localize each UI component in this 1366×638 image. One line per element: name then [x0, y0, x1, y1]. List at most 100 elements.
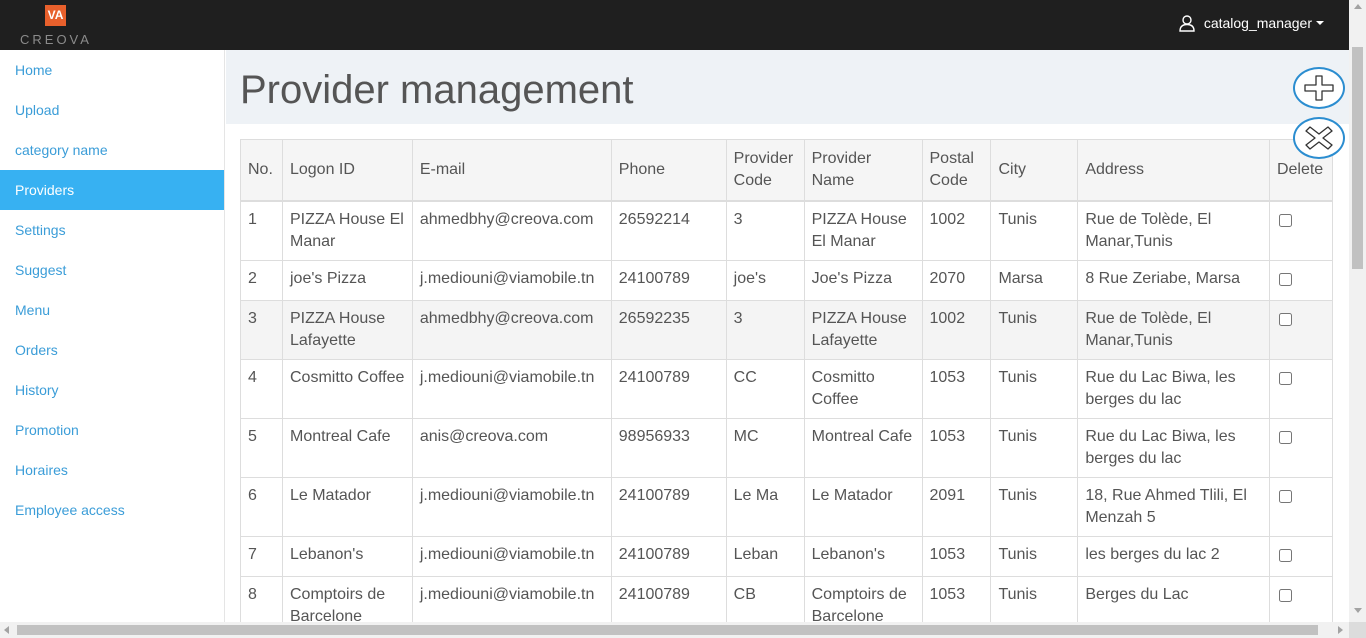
table-cell: Tunis [990, 417, 1079, 478]
vertical-scroll-thumb[interactable] [1352, 47, 1363, 269]
table-cell: PIZZA House El Manar [803, 200, 923, 261]
table-cell: Comptoirs de Barcelone [803, 575, 923, 622]
sidebar-item-menu[interactable]: Menu [0, 290, 224, 330]
close-button[interactable] [1293, 117, 1345, 159]
table-cell: 98956933 [610, 417, 727, 478]
delete-checkbox[interactable] [1278, 312, 1292, 326]
vertical-scrollbar[interactable] [1349, 0, 1366, 622]
table-cell: 4 [240, 358, 283, 419]
logo-text: CREOVA [20, 32, 92, 47]
table-cell: 2091 [921, 476, 992, 537]
delete-checkbox[interactable] [1278, 588, 1292, 602]
delete-checkbox[interactable] [1278, 272, 1292, 286]
table-cell: 24100789 [610, 259, 727, 301]
user-menu-dropdown[interactable]: catalog_manager [1178, 14, 1324, 32]
delete-checkbox[interactable] [1278, 430, 1292, 444]
scrollbar-corner [1349, 622, 1366, 638]
sidebar-item-suggest[interactable]: Suggest [0, 250, 224, 290]
table-cell: 18, Rue Ahmed Tlili, El Menzah 5 [1077, 476, 1270, 537]
table-body: 1 PIZZA House El Manar ahmedbhy@creova.com… [240, 200, 1334, 622]
table-row[interactable]: 4 Cosmitto Coffee j.mediouni@viamobile.tn 2… [240, 358, 1334, 419]
delete-cell [1268, 575, 1334, 622]
table-row[interactable]: 3 PIZZA House Lafayette ahmedbhy@creova.co… [240, 299, 1334, 360]
scroll-up-arrow-icon[interactable] [1354, 4, 1362, 9]
scroll-left-arrow-icon[interactable] [4, 626, 9, 634]
table-row[interactable]: 1 PIZZA House El Manar ahmedbhy@creova.com… [240, 200, 1334, 261]
table-cell: anis@creova.com [411, 417, 612, 478]
table-cell: Tunis [990, 575, 1079, 622]
close-icon [1305, 126, 1333, 150]
table-cell: Tunis [990, 476, 1079, 537]
sidebar-item-upload[interactable]: Upload [0, 90, 224, 130]
table-cell: Tunis [990, 200, 1079, 261]
table-cell: CB [725, 575, 805, 622]
table-cell: 3 [725, 200, 805, 261]
table-cell: 1053 [921, 575, 992, 622]
table-cell: CC [725, 358, 805, 419]
sidebar-item-promotion[interactable]: Promotion [0, 410, 224, 450]
horizontal-scrollbar[interactable] [0, 622, 1349, 638]
table-cell: 24100789 [610, 358, 727, 419]
table-cell: j.mediouni@viamobile.tn [411, 535, 612, 577]
delete-checkbox[interactable] [1278, 489, 1292, 503]
table-cell: joe's [725, 259, 805, 301]
table-cell: PIZZA House Lafayette [281, 299, 413, 360]
table-cell: 8 Rue Zeriabe, Marsa [1077, 259, 1270, 301]
delete-cell [1268, 200, 1334, 261]
table-cell: 1002 [921, 200, 992, 261]
sidebar-item-settings[interactable]: Settings [0, 210, 224, 250]
delete-cell [1268, 259, 1334, 301]
scroll-down-arrow-icon[interactable] [1354, 608, 1362, 613]
creova-logo[interactable]: VA CREOVA [20, 4, 94, 48]
table-cell: Le Matador [803, 476, 923, 537]
page-header: Provider management [226, 50, 1349, 124]
table-cell: 1 [240, 200, 283, 261]
delete-cell [1268, 417, 1334, 478]
column-header-phone: Phone [610, 139, 727, 202]
table-cell: Cosmitto Coffee [803, 358, 923, 419]
sidebar-item-home[interactable]: Home [0, 50, 224, 90]
table-row[interactable]: 2 joe's Pizza j.mediouni@viamobile.tn 24100… [240, 259, 1334, 301]
table-cell: Montreal Cafe [803, 417, 923, 478]
delete-checkbox[interactable] [1278, 548, 1292, 562]
table-row[interactable]: 5 Montreal Cafe anis@creova.com 98956933 MC M… [240, 417, 1334, 478]
table-cell: 1053 [921, 535, 992, 577]
table-cell: Comptoirs de Barcelone [281, 575, 413, 622]
sidebar-item-category-name[interactable]: category name [0, 130, 224, 170]
column-header-provider-name: Provider Name [803, 139, 923, 202]
sidebar-item-providers[interactable]: Providers [0, 170, 224, 210]
table-cell: 7 [240, 535, 283, 577]
table-row[interactable]: 7 Lebanon's j.mediouni@viamobile.tn 2410078… [240, 535, 1334, 577]
table-cell: 2070 [921, 259, 992, 301]
column-header-address: Address [1077, 139, 1270, 202]
delete-checkbox[interactable] [1278, 371, 1292, 385]
table-cell: Rue du Lac Biwa, les berges du lac [1077, 358, 1270, 419]
table-cell: Le Matador [281, 476, 413, 537]
column-header-city: City [990, 139, 1079, 202]
providers-table: No. Logon ID E-mail Phone Provider Code Provi… [240, 139, 1334, 622]
table-cell: j.mediouni@viamobile.tn [411, 575, 612, 622]
column-header-provider-code: Provider Code [725, 139, 805, 202]
column-header-postal-code: Postal Code [921, 139, 992, 202]
sidebar-item-orders[interactable]: Orders [0, 330, 224, 370]
horizontal-scroll-thumb[interactable] [17, 625, 1318, 635]
table-row[interactable]: 8 Comptoirs de Barcelone j.mediouni@viamob… [240, 575, 1334, 622]
scroll-right-arrow-icon[interactable] [1338, 626, 1343, 634]
table-cell: 24100789 [610, 535, 727, 577]
table-cell: Rue de Tolède, El Manar,Tunis [1077, 299, 1270, 360]
add-provider-button[interactable] [1293, 67, 1345, 109]
table-cell: Montreal Cafe [281, 417, 413, 478]
column-header-no: No. [240, 139, 283, 202]
sidebar-item-history[interactable]: History [0, 370, 224, 410]
sidebar-item-horaires[interactable]: Horaires [0, 450, 224, 490]
sidebar-item-employee-access[interactable]: Employee access [0, 490, 224, 530]
table-cell: 1002 [921, 299, 992, 360]
top-navbar: VA CREOVA catalog_manager [0, 0, 1349, 50]
table-row[interactable]: 6 Le Matador j.mediouni@viamobile.tn 241007… [240, 476, 1334, 537]
delete-checkbox[interactable] [1278, 213, 1292, 227]
table-cell: PIZZA House Lafayette [803, 299, 923, 360]
table-cell: Rue de Tolède, El Manar,Tunis [1077, 200, 1270, 261]
table-cell: 5 [240, 417, 283, 478]
table-cell: Marsa [990, 259, 1079, 301]
table-cell: Le Ma [725, 476, 805, 537]
